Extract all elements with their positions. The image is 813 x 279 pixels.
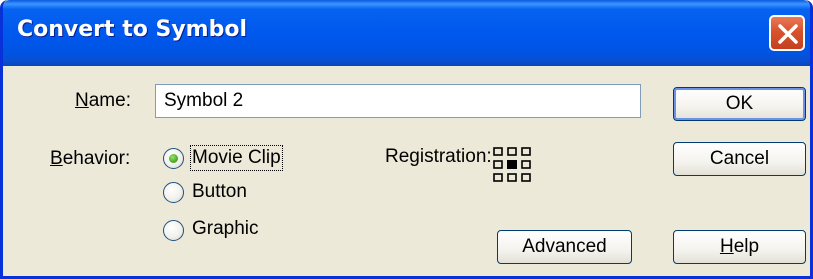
name-label: Name: [75,90,131,111]
cancel-button[interactable]: Cancel [673,142,806,176]
reg-cell-top-center [507,147,517,156]
reg-cell-middle-right [521,160,531,169]
reg-cell-bottom-left [493,173,503,182]
radio-graphic[interactable] [163,220,184,241]
reg-cell-bottom-center [507,173,517,182]
registration-grid[interactable] [492,146,534,184]
ok-button[interactable]: OK [673,87,806,121]
advanced-button[interactable]: Advanced [497,230,632,264]
registration-label: Registration: [385,146,492,167]
radio-selected-dot [169,154,178,163]
window-title: Convert to Symbol [17,17,248,42]
reg-cell-center-selected [507,160,517,169]
radio-button[interactable] [163,182,184,203]
help-button[interactable]: Help [673,230,806,264]
title-bar[interactable]: Convert to Symbol [3,0,810,66]
convert-to-symbol-dialog: Convert to Symbol Name: Behavior: Movie … [0,0,813,279]
reg-cell-bottom-right [521,173,531,182]
radio-movie-clip[interactable] [163,148,184,169]
close-button[interactable] [769,15,805,51]
radio-button-label[interactable]: Button [192,181,247,203]
behavior-label: Behavior: [50,148,131,169]
reg-cell-top-right [521,147,531,156]
name-input[interactable] [155,84,641,118]
close-icon [778,24,798,44]
reg-cell-middle-left [493,160,503,169]
radio-movie-clip-label[interactable]: Movie Clip [190,145,283,171]
reg-cell-top-left [493,147,503,156]
radio-graphic-label[interactable]: Graphic [192,218,259,240]
